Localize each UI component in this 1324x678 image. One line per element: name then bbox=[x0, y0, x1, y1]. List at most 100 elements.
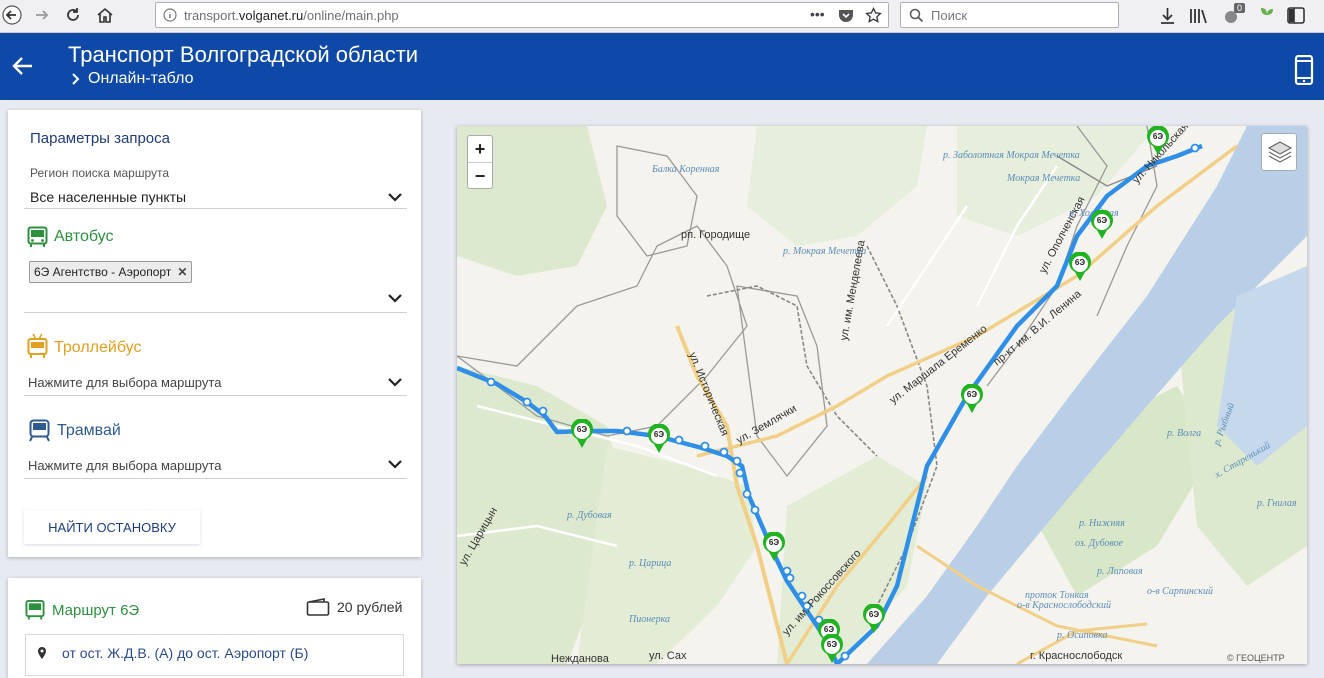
forward-icon[interactable] bbox=[30, 3, 54, 27]
chevron-down-icon[interactable] bbox=[388, 193, 402, 202]
sidebar-toggle-icon[interactable] bbox=[1287, 7, 1305, 24]
route-direction-box[interactable]: от ост. Ж.Д.В. (А) до ост. Аэропорт (Б) bbox=[25, 634, 404, 676]
vehicle-marker-icon[interactable]: 6Э bbox=[762, 531, 786, 561]
route-price: 20 рублей bbox=[337, 599, 403, 615]
chevron-down-icon[interactable] bbox=[388, 294, 402, 303]
map-label: р. Осиповка bbox=[1056, 630, 1107, 641]
map-label: рп. Городище bbox=[681, 229, 750, 241]
map-label: ул. Сах bbox=[649, 650, 687, 662]
vehicle-marker-label: 6Э bbox=[868, 610, 880, 619]
page-title: Транспорт Волгоградской области bbox=[68, 42, 419, 67]
map-label: р. Дубовая bbox=[566, 510, 612, 521]
map-label: Мокрая Мечетка bbox=[1006, 173, 1080, 184]
library-icon[interactable] bbox=[1189, 7, 1209, 25]
vehicle-marker-label: 6Э bbox=[1074, 258, 1086, 267]
vehicle-marker-icon[interactable]: 6Э bbox=[1068, 251, 1092, 281]
route-info-panel: Маршрут 6Э 20 рублей от ост. Ж.Д.В. (А) … bbox=[8, 578, 421, 678]
region-label: Регион поиска маршрута bbox=[30, 166, 170, 180]
vehicle-marker-label: 6Э bbox=[823, 625, 835, 634]
map-label: оз. Дубовое bbox=[1075, 538, 1124, 549]
divider bbox=[24, 208, 407, 209]
zoom-in-button[interactable]: + bbox=[468, 136, 492, 163]
info-icon[interactable] bbox=[163, 8, 177, 22]
route-direction: от ост. Ж.Д.В. (А) до ост. Аэропорт (Б) bbox=[62, 645, 309, 661]
search-bar[interactable]: Поиск bbox=[900, 2, 1119, 28]
find-stop-button-label: НАЙТИ ОСТАНОВКУ bbox=[48, 519, 176, 535]
vehicle-marker-icon[interactable]: 6Э bbox=[960, 383, 984, 413]
bus-section-label: Автобус bbox=[54, 228, 114, 245]
vehicle-marker-icon[interactable]: 6Э bbox=[1090, 209, 1114, 239]
vehicle-marker-label: 6Э bbox=[576, 425, 588, 434]
vehicle-marker-icon[interactable]: 6Э bbox=[820, 633, 844, 663]
map-label: р. Волга bbox=[1166, 428, 1201, 439]
tram-select[interactable]: Нажмите для выбора маршрута bbox=[28, 458, 221, 473]
home-icon[interactable] bbox=[93, 3, 117, 27]
layers-button[interactable] bbox=[1261, 133, 1297, 171]
vehicle-marker-label: 6Э bbox=[1152, 132, 1164, 141]
downloads-icon[interactable] bbox=[1159, 7, 1176, 25]
back-arrow-icon[interactable] bbox=[11, 55, 35, 77]
find-stop-button[interactable]: НАЙТИ ОСТАНОВКУ bbox=[24, 510, 200, 544]
bookmark-star-icon[interactable] bbox=[865, 7, 882, 24]
chip-remove-icon[interactable]: ✕ bbox=[177, 265, 187, 279]
map-label: Балка Коренная bbox=[651, 164, 720, 175]
bus-icon bbox=[27, 226, 48, 247]
map-attribution: © ГЕОЦЕНТР bbox=[1227, 653, 1285, 663]
vehicle-marker-label: 6Э bbox=[768, 538, 780, 547]
zoom-out-button[interactable]: − bbox=[468, 163, 492, 189]
bus-icon bbox=[25, 600, 45, 620]
vehicle-marker-label: 6Э bbox=[653, 430, 665, 439]
route-map[interactable]: рп. Городище ул. Историческая ул. Земляч… bbox=[457, 126, 1307, 664]
divider bbox=[24, 478, 407, 479]
params-heading: Параметры запроса bbox=[30, 130, 170, 147]
map-label: р. Царица bbox=[628, 558, 671, 569]
map-label: г. Краснослободск bbox=[1030, 650, 1122, 662]
tram-section-label: Трамвай bbox=[57, 422, 121, 439]
trolleybus-section-label: Троллейбус bbox=[54, 339, 142, 356]
map-label: р. Заболотная Мокрая Мечетка bbox=[942, 150, 1080, 161]
map-label: о-в Сарпинский bbox=[1147, 586, 1213, 597]
vehicle-marker-icon[interactable]: 6Э bbox=[1146, 126, 1170, 155]
vehicle-marker-icon[interactable]: 6Э bbox=[570, 418, 594, 448]
layers-icon bbox=[1267, 141, 1293, 163]
vehicle-marker-label: 6Э bbox=[966, 390, 978, 399]
extension-badge: 0 bbox=[1234, 3, 1246, 13]
query-params-panel: Параметры запроса Регион поиска маршрута… bbox=[8, 110, 421, 557]
trolleybus-select[interactable]: Нажмите для выбора маршрута bbox=[28, 375, 221, 390]
reload-icon[interactable] bbox=[61, 3, 85, 27]
divider bbox=[24, 395, 407, 396]
breadcrumb-subtitle: Онлайн-табло bbox=[88, 70, 194, 87]
pocket-icon[interactable] bbox=[838, 8, 854, 23]
search-input[interactable]: Поиск bbox=[931, 8, 967, 23]
vehicle-marker-icon[interactable]: 6Э bbox=[647, 423, 671, 453]
leaf-extension-icon[interactable] bbox=[1258, 6, 1276, 26]
map-label: о-в Краснослободский bbox=[1017, 600, 1111, 611]
map-label: Пионерка bbox=[628, 614, 670, 625]
divider bbox=[24, 312, 407, 313]
extension-icon[interactable]: 0 bbox=[1222, 3, 1246, 27]
vehicle-marker-label: 6Э bbox=[826, 640, 838, 649]
url-bar[interactable]: transport.volganet.ru/online/main.php ••… bbox=[155, 2, 889, 28]
vehicle-marker-label: 6Э bbox=[1096, 216, 1108, 225]
chevron-down-icon[interactable] bbox=[388, 378, 402, 387]
back-icon[interactable] bbox=[0, 3, 24, 27]
location-pin-icon bbox=[38, 647, 46, 659]
map-label: проток Тонкая bbox=[1025, 590, 1089, 601]
chevron-down-icon[interactable] bbox=[388, 460, 402, 469]
vehicle-marker-icon[interactable]: 6Э bbox=[862, 603, 886, 633]
url-text: transport.volganet.ru/online/main.php bbox=[184, 8, 399, 23]
browser-toolbar: transport.volganet.ru/online/main.php ••… bbox=[0, 0, 1324, 33]
map-label: р. Гнилая bbox=[1256, 498, 1297, 509]
page-actions-icon[interactable]: ••• bbox=[810, 6, 825, 22]
mobile-device-icon[interactable] bbox=[1294, 55, 1314, 85]
map-label: р. Липовая bbox=[1096, 566, 1143, 577]
map-canvas[interactable]: рп. Городище ул. Историческая ул. Земляч… bbox=[457, 126, 1307, 664]
route-title: Маршрут 6Э bbox=[52, 602, 140, 619]
chevron-right-icon bbox=[72, 73, 80, 85]
tram-icon bbox=[29, 419, 50, 442]
trolleybus-icon bbox=[27, 333, 48, 358]
zoom-controls: + − bbox=[467, 135, 493, 189]
region-select[interactable]: Все населенные пункты bbox=[30, 189, 186, 205]
search-icon bbox=[909, 8, 924, 23]
map-label: ул. Историческая bbox=[686, 351, 730, 438]
